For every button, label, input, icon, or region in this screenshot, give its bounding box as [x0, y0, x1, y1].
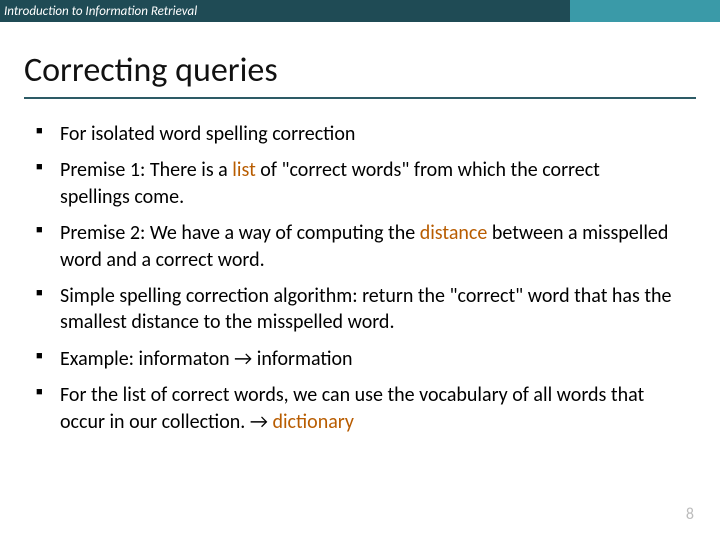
bullet-text: For isolated word spelling correction: [60, 122, 355, 146]
slide: Introduction to Information Retrieval Co…: [0, 0, 720, 540]
bullet-text: Premise 2: We have a way of computing th…: [60, 221, 420, 245]
header-bar: Introduction to Information Retrieval: [0, 0, 720, 22]
list-item: For isolated word spelling correction: [60, 121, 674, 147]
bullet-list: For isolated word spelling correction Pr…: [60, 121, 674, 435]
list-item: Premise 2: We have a way of computing th…: [60, 220, 674, 273]
bullet-highlight: dictionary: [272, 410, 353, 434]
header-accent: [570, 0, 720, 22]
bullet-highlight: distance: [420, 221, 488, 245]
slide-title: Correcting queries: [24, 50, 720, 91]
list-item: Premise 1: There is a list of "correct w…: [60, 157, 674, 210]
page-number: 8: [686, 505, 694, 524]
bullet-text: Example: informaton → information: [60, 347, 353, 371]
bullet-text: Simple spelling correction algorithm: re…: [60, 284, 672, 334]
bullet-text: Premise 1: There is a: [60, 158, 232, 182]
list-item: Simple spelling correction algorithm: re…: [60, 283, 674, 336]
list-item: For the list of correct words, we can us…: [60, 382, 674, 435]
course-title: Introduction to Information Retrieval: [0, 2, 205, 21]
title-rule: [24, 97, 696, 99]
list-item: Example: informaton → information: [60, 346, 674, 372]
bullet-highlight: list: [232, 158, 255, 182]
